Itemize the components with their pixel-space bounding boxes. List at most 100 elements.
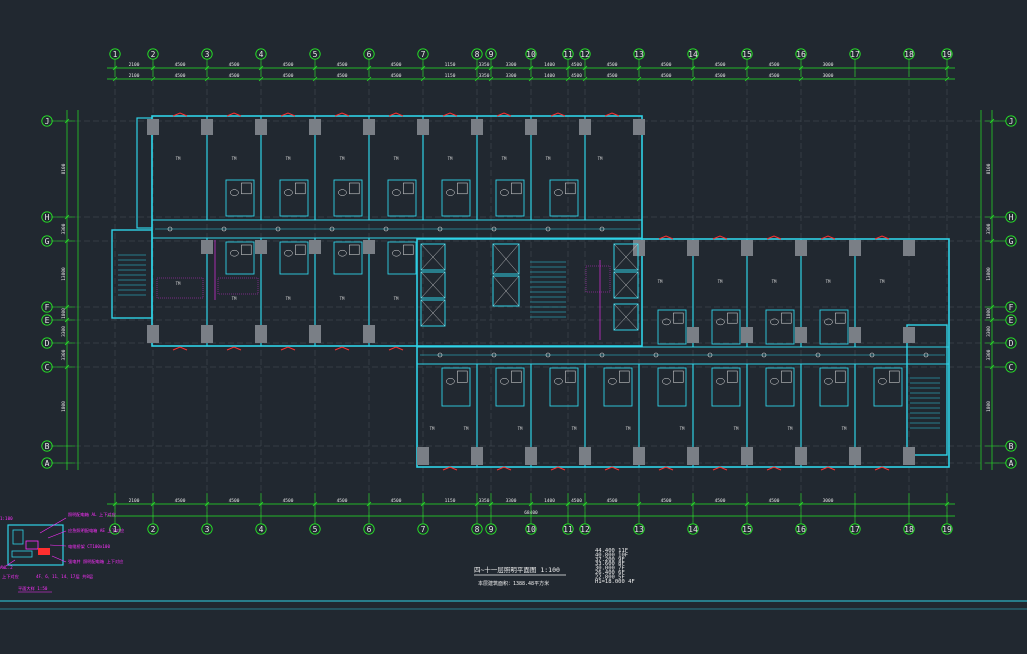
axis-top-17-label: 17 [850, 50, 860, 59]
axis-left-F-label: F [45, 303, 50, 312]
sink-fixture [565, 370, 576, 383]
room-label: TM [448, 156, 453, 161]
sink-fixture [835, 312, 846, 324]
room-label: TM [340, 156, 345, 161]
axis-right-C-label: C [1009, 363, 1014, 372]
structural-column [417, 119, 429, 135]
detail-note-4: 强电井 照明配电箱 上下对应 [68, 558, 123, 565]
toilet-fixture [230, 249, 239, 257]
room-label: TM [340, 296, 345, 301]
room-label: TM [176, 156, 181, 161]
axis-bottom-3-label: 3 [205, 525, 210, 534]
structural-column [741, 240, 753, 256]
dimension-label: 1150 [445, 73, 456, 79]
structural-column [201, 119, 213, 135]
dimension-label: 1400 [544, 62, 555, 68]
axis-right-F-label: F [1009, 303, 1014, 312]
structural-column [633, 240, 645, 256]
axis-bottom-12-label: 12 [580, 525, 590, 534]
bathroom [549, 179, 579, 217]
axis-bottom-19-label: 19 [942, 525, 952, 534]
sink-fixture [511, 370, 522, 383]
room-label: TM [430, 426, 435, 431]
toilet-fixture [500, 378, 509, 385]
dimension-label: 4500 [391, 498, 402, 504]
floor-area-note: 本层建筑面积：1388.48平方米 [478, 580, 549, 587]
structural-column [363, 325, 375, 343]
detail-note-3: 电缆桥架 CT100x100 [68, 543, 110, 550]
bathroom [711, 309, 741, 345]
structural-column [309, 325, 321, 343]
axis-right-D-label: D [1009, 339, 1014, 348]
structural-column [309, 240, 321, 254]
toilet-fixture [284, 249, 293, 257]
left-stair-outline [111, 229, 153, 319]
bathroom [711, 367, 741, 407]
bathroom [819, 309, 849, 345]
structural-column [741, 447, 753, 465]
dimension-label: 4500 [175, 73, 186, 79]
axis-right-J-label: J [1009, 117, 1014, 126]
structural-column [579, 447, 591, 465]
room-label: TM [598, 156, 603, 161]
axis-left-D-label: D [45, 339, 50, 348]
dimension-label: 13800 [986, 267, 992, 281]
dimension-label: 4500 [229, 62, 240, 68]
room-label: TM [286, 156, 291, 161]
dimension-label: 3300 [61, 223, 67, 234]
axis-bottom-14-label: 14 [688, 525, 698, 534]
bathroom [225, 241, 255, 275]
bathroom [441, 179, 471, 217]
axis-left-A-label: A [45, 459, 50, 468]
dimension-label: 4500 [229, 498, 240, 504]
dimension-label: 1800 [61, 401, 67, 412]
dimension-label: 4500 [283, 62, 294, 68]
structural-column [525, 447, 537, 465]
dimension-label: 4500 [769, 62, 780, 68]
room-label: TM [842, 426, 847, 431]
structural-column [363, 119, 375, 135]
dimension-label: 4500 [607, 62, 618, 68]
bathroom [657, 309, 687, 345]
axis-top-1-label: 1 [113, 50, 118, 59]
toilet-fixture [554, 189, 563, 196]
axis-bottom-6-label: 6 [367, 525, 372, 534]
dimension-label: 8100 [986, 163, 992, 174]
bathroom [549, 367, 579, 407]
structural-column [633, 119, 645, 135]
bathroom [765, 367, 795, 407]
room-label: TM [502, 156, 507, 161]
dimension-label: 1800 [986, 308, 992, 319]
axis-top-7-label: 7 [421, 50, 426, 59]
window-marker [334, 346, 350, 351]
dimension-label: 4500 [283, 498, 294, 504]
lower-wing-outline [416, 238, 950, 468]
room-label: TM [394, 296, 399, 301]
bathroom [333, 241, 363, 275]
room-label: TM [734, 426, 739, 431]
room-label: TM [772, 279, 777, 284]
axis-bottom-11-label: 11 [563, 525, 573, 534]
bathroom [441, 367, 471, 407]
axis-top-6-label: 6 [367, 50, 372, 59]
structural-column [795, 327, 807, 343]
structural-column [795, 240, 807, 256]
right-stair-outline [906, 324, 948, 456]
dimension-label: 4500 [337, 62, 348, 68]
room-label: TM [232, 156, 237, 161]
axis-bottom-17-label: 17 [850, 525, 860, 534]
axis-top-4-label: 4 [259, 50, 264, 59]
dimension-label: 4500 [175, 498, 186, 504]
dimension-label: 13800 [61, 267, 67, 281]
structural-column [903, 327, 915, 343]
toilet-fixture [230, 189, 239, 196]
toilet-fixture [392, 249, 401, 257]
toilet-fixture [500, 189, 509, 196]
dimension-label: 4500 [391, 62, 402, 68]
dimension-label: 4500 [571, 73, 582, 79]
magenta-note [217, 277, 259, 295]
sink-fixture [403, 244, 414, 255]
dimension-label: 3350 [479, 498, 490, 504]
room-label: TM [176, 281, 181, 286]
axis-left-C-label: C [45, 363, 50, 372]
